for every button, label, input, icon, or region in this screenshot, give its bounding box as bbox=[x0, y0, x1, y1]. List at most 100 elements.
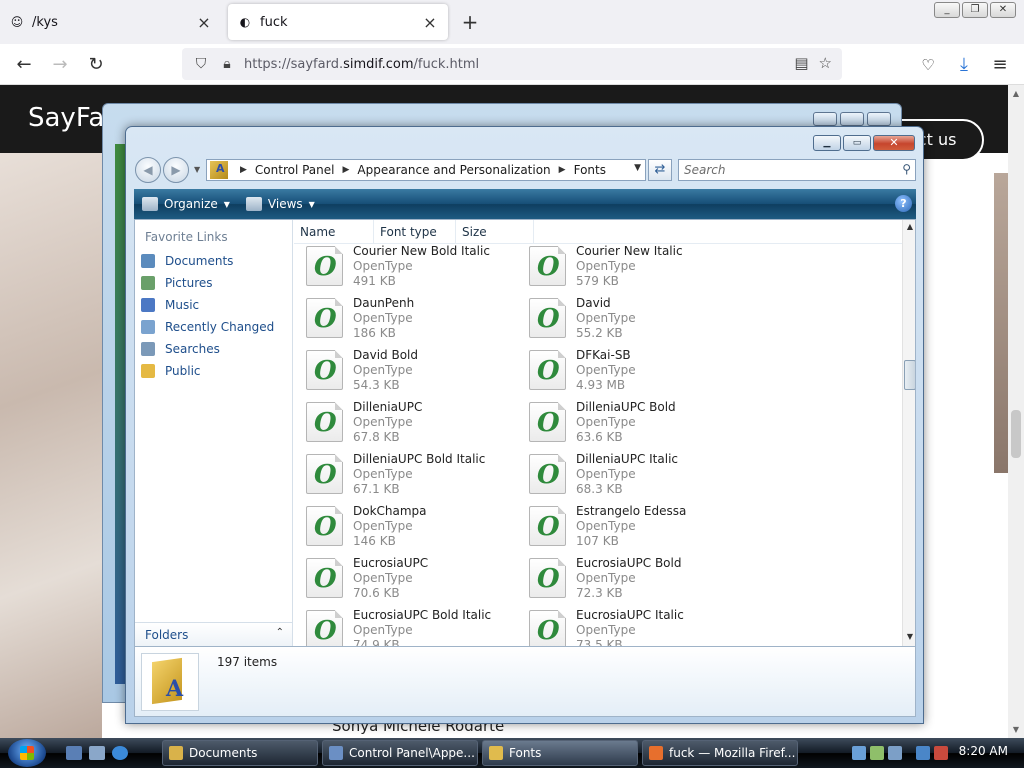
font-item[interactable]: David BoldOpenType54.3 KB bbox=[294, 346, 514, 394]
page-scrollbar[interactable]: ▲ ▼ bbox=[1008, 85, 1024, 740]
minimize-icon[interactable]: ▁ bbox=[813, 135, 841, 151]
new-tab-icon[interactable]: + bbox=[458, 10, 482, 34]
tray-volume-muted-icon[interactable] bbox=[934, 746, 948, 760]
tray-sync-icon[interactable] bbox=[870, 746, 884, 760]
favorite-link-recently-changed[interactable]: Recently Changed bbox=[141, 320, 274, 334]
chevron-right-icon[interactable]: ▶ bbox=[240, 165, 247, 175]
forward-arrow-icon[interactable]: → bbox=[48, 53, 72, 77]
tab-close-icon[interactable]: × bbox=[422, 13, 438, 32]
reader-view-icon[interactable]: ▤ bbox=[794, 54, 808, 72]
menu-icon[interactable]: ≡ bbox=[988, 53, 1012, 77]
font-item[interactable]: DaunPenhOpenType186 KB bbox=[294, 294, 514, 342]
command-bar: Organize ▼ Views ▼ ? bbox=[134, 189, 916, 219]
back-arrow-icon[interactable]: ← bbox=[12, 53, 36, 77]
forward-arrow-icon[interactable]: ▶ bbox=[163, 157, 189, 183]
taskbar-button[interactable]: Documents bbox=[162, 740, 318, 766]
font-size: 67.8 KB bbox=[353, 430, 400, 444]
organize-button[interactable]: Organize ▼ bbox=[142, 197, 230, 211]
font-name: DokChampa bbox=[353, 504, 427, 518]
favorite-link-music[interactable]: Music bbox=[141, 298, 199, 312]
font-item[interactable]: DilleniaUPC ItalicOpenType68.3 KB bbox=[517, 450, 737, 498]
taskbar-button[interactable]: Fonts bbox=[482, 740, 638, 766]
reload-icon[interactable]: ↻ bbox=[84, 53, 108, 77]
browser-tab-active[interactable]: ◐ fuck × bbox=[228, 4, 448, 40]
switch-windows-icon[interactable] bbox=[89, 746, 105, 760]
font-item[interactable]: DilleniaUPC Bold ItalicOpenType67.1 KB bbox=[294, 450, 514, 498]
restore-icon[interactable]: ❐ bbox=[962, 2, 988, 18]
taskbar-button[interactable]: Control Panel\Appe... bbox=[322, 740, 478, 766]
minimize-icon[interactable] bbox=[813, 112, 837, 126]
scroll-down-icon[interactable]: ▼ bbox=[1010, 725, 1022, 734]
opentype-font-icon bbox=[529, 350, 566, 390]
pocket-icon[interactable]: ♡ bbox=[916, 53, 940, 77]
tray-network-icon[interactable] bbox=[852, 746, 866, 760]
search-input[interactable]: Search ⚲ bbox=[678, 159, 916, 181]
tray-display-icon[interactable] bbox=[916, 746, 930, 760]
back-arrow-icon[interactable]: ◀ bbox=[135, 157, 161, 183]
font-item[interactable]: EucrosiaUPC BoldOpenType72.3 KB bbox=[517, 554, 737, 602]
help-icon[interactable]: ? bbox=[895, 195, 912, 212]
font-item[interactable]: Courier New ItalicOpenType579 KB bbox=[517, 244, 737, 290]
taskbar-button[interactable]: fuck — Mozilla Firef... bbox=[642, 740, 798, 766]
chevron-up-icon[interactable]: ⌃ bbox=[276, 627, 284, 638]
address-bar[interactable]: ▶ Control Panel ▶ Appearance and Persona… bbox=[206, 159, 646, 181]
tab-close-icon[interactable]: × bbox=[196, 13, 212, 32]
scroll-up-icon[interactable]: ▲ bbox=[1010, 89, 1022, 98]
font-item[interactable]: EucrosiaUPC Bold ItalicOpenType74.9 KB bbox=[294, 606, 514, 646]
bookmark-star-icon[interactable]: ☆ bbox=[819, 54, 832, 72]
tray-device-icon[interactable] bbox=[888, 746, 902, 760]
start-button[interactable] bbox=[8, 739, 46, 767]
favorite-link-public[interactable]: Public bbox=[141, 364, 201, 378]
chevron-right-icon[interactable]: ▶ bbox=[559, 165, 566, 175]
close-icon[interactable]: ✕ bbox=[990, 2, 1016, 18]
recent-pages-chevron-icon[interactable]: ▼ bbox=[194, 165, 200, 174]
column-header-font-type[interactable]: Font type bbox=[374, 220, 456, 244]
column-header-size[interactable]: Size bbox=[456, 220, 534, 244]
breadcrumb-fonts[interactable]: Fonts bbox=[574, 163, 606, 177]
refresh-icon[interactable]: ⇄ bbox=[648, 159, 672, 181]
folders-toggle[interactable]: Folders ⌃ bbox=[135, 622, 292, 646]
download-icon[interactable]: ⤓ bbox=[952, 53, 976, 77]
breadcrumb-appearance[interactable]: Appearance and Personalization bbox=[357, 163, 550, 177]
breadcrumb-control-panel[interactable]: Control Panel bbox=[255, 163, 335, 177]
font-item[interactable]: DFKai-SBOpenType4.93 MB bbox=[517, 346, 737, 394]
font-item[interactable]: EucrosiaUPCOpenType70.6 KB bbox=[294, 554, 514, 602]
font-size: 70.6 KB bbox=[353, 586, 400, 600]
font-item[interactable]: DokChampaOpenType146 KB bbox=[294, 502, 514, 550]
search-icon[interactable]: ⚲ bbox=[902, 162, 911, 176]
font-item[interactable]: Estrangelo EdessaOpenType107 KB bbox=[517, 502, 737, 550]
shield-icon[interactable]: ⛉ bbox=[192, 56, 210, 72]
font-item[interactable]: DilleniaUPC BoldOpenType63.6 KB bbox=[517, 398, 737, 446]
taskbar-app-icon bbox=[329, 746, 343, 760]
favorite-link-searches[interactable]: Searches bbox=[141, 342, 220, 356]
list-scrollbar[interactable]: ▲ ▼ bbox=[902, 220, 915, 646]
maximize-icon[interactable]: ▭ bbox=[843, 135, 871, 151]
favorite-link-documents[interactable]: Documents bbox=[141, 254, 233, 268]
font-item[interactable]: DilleniaUPCOpenType67.8 KB bbox=[294, 398, 514, 446]
close-icon[interactable]: ✕ bbox=[873, 135, 915, 151]
favorite-link-pictures[interactable]: Pictures bbox=[141, 276, 213, 290]
url-bar[interactable]: ⛉ 🔒︎ https://sayfard.simdif.com/fuck.htm… bbox=[182, 48, 842, 80]
tab-favicon-icon: ◐ bbox=[239, 15, 251, 29]
views-button[interactable]: Views ▼ bbox=[245, 197, 315, 211]
minimize-icon[interactable]: _ bbox=[934, 2, 960, 18]
scroll-thumb[interactable] bbox=[904, 360, 915, 390]
lock-icon[interactable]: 🔒︎ bbox=[218, 56, 236, 72]
font-item[interactable]: DavidOpenType55.2 KB bbox=[517, 294, 737, 342]
chevron-right-icon[interactable]: ▶ bbox=[343, 165, 350, 175]
font-item[interactable]: EucrosiaUPC ItalicOpenType73.5 KB bbox=[517, 606, 737, 646]
scroll-thumb[interactable] bbox=[1011, 410, 1021, 458]
chevron-down-icon[interactable]: ▼ bbox=[634, 163, 641, 173]
internet-explorer-icon[interactable] bbox=[112, 746, 128, 760]
maximize-icon[interactable] bbox=[840, 112, 864, 126]
clock[interactable]: 8:20 AM bbox=[959, 744, 1008, 758]
column-header-name[interactable]: Name bbox=[294, 220, 374, 244]
site-logo[interactable]: SayFa bbox=[28, 103, 104, 133]
opentype-font-icon bbox=[306, 558, 343, 598]
browser-tab-kys[interactable]: ☺ /kys × bbox=[0, 4, 222, 40]
show-desktop-icon[interactable] bbox=[66, 746, 82, 760]
font-item[interactable]: Courier New Bold ItalicOpenType491 KB bbox=[294, 244, 514, 290]
scroll-up-icon[interactable]: ▲ bbox=[905, 222, 915, 231]
close-icon[interactable] bbox=[867, 112, 891, 126]
scroll-down-icon[interactable]: ▼ bbox=[905, 632, 915, 641]
